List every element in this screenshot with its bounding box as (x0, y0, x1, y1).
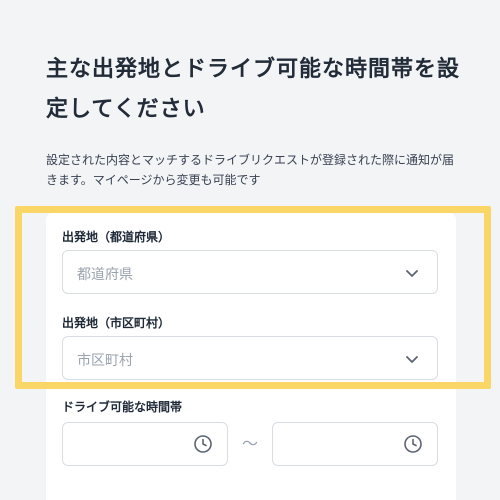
city-placeholder: 市区町村 (77, 353, 133, 369)
clock-icon (404, 435, 422, 453)
time-range-label: ドライブ可能な時間帯 (62, 400, 183, 414)
page-title: 主な出発地とドライブ可能な時間帯を設定してください (46, 57, 461, 122)
page: 主な出発地とドライブ可能な時間帯を設定してください 設定された内容とマッチするド… (0, 0, 500, 500)
clock-icon (194, 435, 212, 453)
prefecture-label: 出発地（都道府県） (62, 230, 171, 244)
time-range-separator: 〜 (242, 434, 259, 453)
city-label: 出発地（市区町村） (62, 316, 171, 330)
start-time-input[interactable] (62, 422, 228, 466)
end-time-input[interactable] (272, 422, 438, 466)
chevron-down-icon (406, 270, 418, 277)
page-description: 設定された内容とマッチするドライブリクエストが登録された際に通知が届きます。マイ… (46, 153, 455, 187)
city-select[interactable]: 市区町村 (62, 336, 438, 380)
chevron-down-icon (406, 356, 418, 363)
prefecture-select[interactable]: 都道府県 (62, 250, 438, 294)
prefecture-placeholder: 都道府県 (77, 267, 133, 283)
